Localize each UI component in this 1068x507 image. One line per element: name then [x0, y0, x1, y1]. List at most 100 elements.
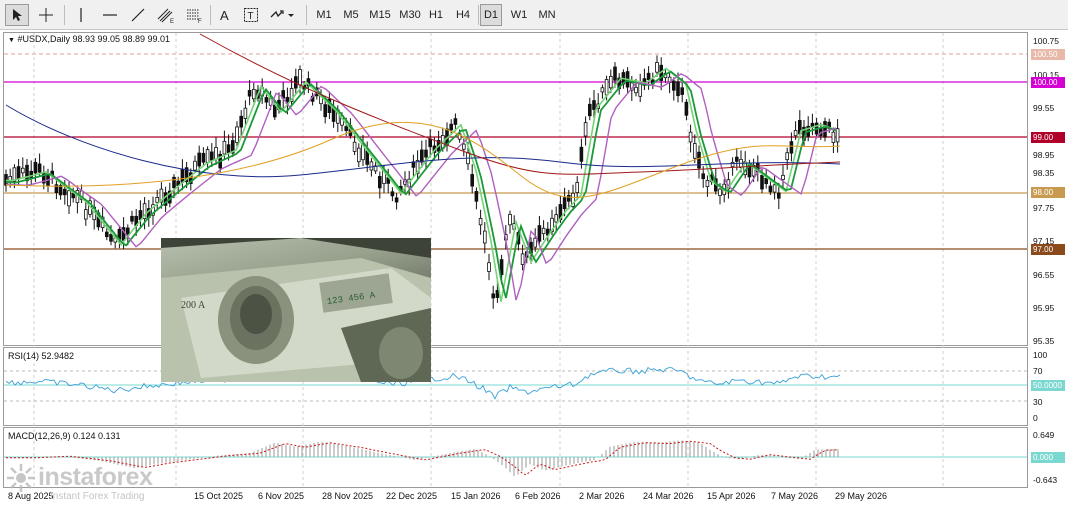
- date-axis-label: 15 Oct 2025: [194, 491, 244, 501]
- candle-body: [672, 80, 676, 91]
- vertical-line-tool-button[interactable]: [70, 4, 92, 26]
- price-axis-label: 100.75: [1033, 36, 1059, 46]
- candle-body: [226, 144, 231, 153]
- text-label-tool-button[interactable]: T: [240, 4, 262, 26]
- timeframe-w1-button[interactable]: W1: [507, 4, 531, 26]
- candle-body: [764, 177, 768, 185]
- timeframe-h1-button[interactable]: H1: [424, 4, 448, 26]
- horizontal-line-tool-button[interactable]: [98, 4, 122, 26]
- arrows-shapes-icon: [270, 10, 294, 18]
- price-axis-label: 97.75: [1033, 203, 1055, 213]
- candle-body: [735, 156, 739, 162]
- candle-body: [562, 197, 567, 210]
- candle-body: [693, 143, 697, 159]
- svg-text:T: T: [248, 11, 254, 22]
- candle-body: [20, 167, 25, 174]
- dollar-banknotes-image: 123 456 A 200 A: [161, 238, 431, 382]
- date-axis-label: 15 Apr 2026: [707, 491, 756, 501]
- trendline-icon: [131, 8, 145, 22]
- candle-body: [470, 174, 474, 187]
- svg-text:A: A: [220, 8, 229, 22]
- candle-body: [705, 179, 710, 188]
- horizontal-line-icon: [103, 14, 117, 16]
- timeframe-mn-button[interactable]: MN: [534, 4, 560, 26]
- candle-body: [474, 191, 479, 202]
- level-tag-98-00: 98.00: [1031, 187, 1065, 198]
- text-tool-button[interactable]: A: [214, 4, 236, 26]
- macd-axis-label: -0.643: [1033, 475, 1058, 485]
- candle-body: [537, 225, 542, 242]
- candle-body: [772, 184, 777, 193]
- candle-body: [655, 62, 659, 73]
- candle-body: [352, 141, 357, 152]
- candle-body: [222, 140, 227, 155]
- timeframe-m30-button[interactable]: M30: [396, 4, 424, 26]
- timeframe-m5-button[interactable]: M5: [339, 4, 363, 26]
- level-tag-99-00: 99.00: [1031, 132, 1065, 143]
- rsi-axis-label: 70: [1033, 366, 1043, 376]
- candle-body: [588, 103, 592, 117]
- candle-body: [600, 87, 605, 93]
- candle-body: [520, 253, 525, 265]
- crosshair-tool-button[interactable]: [34, 4, 58, 26]
- watermark-tagline: Instant Forex Trading: [50, 491, 145, 502]
- candle-body: [697, 151, 701, 169]
- candle-body: [356, 147, 361, 163]
- symbol-header: ▼ #USDX,Daily 98.93 99.05 98.89 99.01: [8, 34, 170, 44]
- price-axis-label: 96.55: [1033, 270, 1055, 280]
- cursor-tool-button[interactable]: [5, 4, 29, 26]
- candle-body: [235, 126, 239, 143]
- instaforex-logo-icon: [7, 464, 35, 492]
- timeframe-m15-button[interactable]: M15: [366, 4, 394, 26]
- macd-zero-tag: 0.000: [1031, 452, 1065, 463]
- candle-body: [428, 138, 432, 148]
- macd-title: MACD(12,26,9) 0.124 0.131: [8, 431, 121, 441]
- candle-body: [33, 161, 38, 174]
- toolbar-separator: [64, 5, 65, 25]
- watermark-brand: instaforex: [38, 463, 153, 491]
- candle-body: [239, 115, 244, 128]
- candle-body: [63, 188, 67, 196]
- date-axis-label: 2 Mar 2026: [579, 491, 625, 501]
- candle-body: [508, 213, 512, 226]
- equidistant-channel-tool-button[interactable]: E: [154, 4, 178, 26]
- timeframe-m1-button[interactable]: M1: [312, 4, 336, 26]
- candle-body: [684, 101, 689, 116]
- candle-body: [688, 131, 693, 143]
- candle-body: [730, 161, 735, 168]
- candle-body: [209, 151, 214, 161]
- price-axis-label: 95.95: [1033, 303, 1055, 313]
- candle-body: [105, 231, 109, 238]
- candle-body: [424, 149, 428, 158]
- timeframe-h4-button[interactable]: H4: [451, 4, 475, 26]
- arrow-cursor-icon: [13, 9, 22, 21]
- timeframe-d1-button[interactable]: D1: [480, 4, 502, 26]
- candle-body: [634, 86, 638, 94]
- candle-body: [478, 218, 483, 226]
- candle-body: [646, 72, 651, 81]
- svg-text:E: E: [170, 19, 174, 23]
- trendline-tool-button[interactable]: [126, 4, 150, 26]
- rsi-axis-label: 100: [1033, 350, 1048, 360]
- candle-body: [369, 161, 374, 171]
- candle-body: [453, 118, 458, 125]
- toolbar-separator: [478, 5, 479, 25]
- fibonacci-tool-button[interactable]: F: [182, 4, 206, 26]
- arrows-dropdown-button[interactable]: [267, 4, 299, 26]
- date-axis-label: 29 May 2026: [835, 491, 888, 501]
- candle-body: [583, 122, 588, 137]
- candle-body: [579, 146, 584, 162]
- candle-body: [760, 174, 764, 190]
- candle-body: [554, 214, 558, 223]
- vertical-line-icon: [80, 8, 82, 22]
- candle-body: [298, 69, 302, 86]
- candle-body: [777, 192, 781, 199]
- candle-body: [495, 289, 500, 298]
- candle-body: [377, 176, 382, 189]
- candle-body: [130, 215, 134, 222]
- chart-menu-triangle-icon[interactable]: ▼: [8, 37, 15, 44]
- candle-body: [613, 66, 617, 81]
- candle-body: [449, 123, 453, 131]
- candle-body: [461, 143, 466, 150]
- candle-body: [835, 128, 840, 143]
